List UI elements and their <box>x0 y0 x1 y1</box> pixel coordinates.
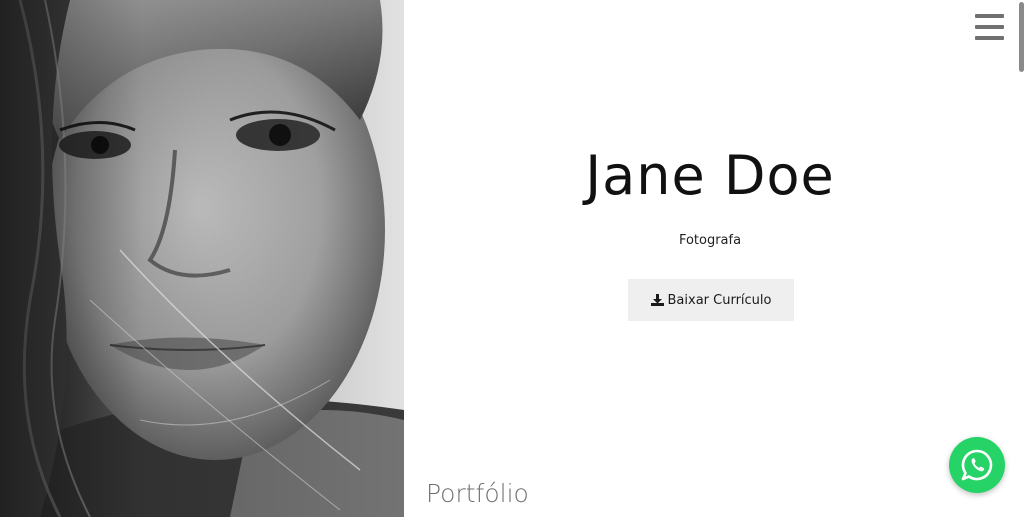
whatsapp-icon <box>961 449 993 481</box>
hamburger-menu-icon[interactable] <box>975 14 1004 40</box>
hero-name: Jane Doe <box>585 144 835 207</box>
portrait-image <box>0 0 404 517</box>
hamburger-bar <box>975 36 1004 40</box>
download-cv-label: Baixar Currículo <box>667 292 772 308</box>
portfolio-heading: Portfólio <box>426 479 529 508</box>
hamburger-bar <box>975 25 1004 29</box>
scrollbar-thumb[interactable] <box>1019 2 1024 72</box>
download-cv-button[interactable]: Baixar Currículo <box>628 279 794 321</box>
whatsapp-button[interactable] <box>949 437 1005 493</box>
portrait-photo <box>0 0 404 517</box>
download-icon <box>650 294 664 306</box>
hamburger-bar <box>975 14 1004 18</box>
hero-role: Fotografa <box>678 233 742 248</box>
page: Jane Doe Fotografa Baixar Currículo Port… <box>0 0 1024 517</box>
